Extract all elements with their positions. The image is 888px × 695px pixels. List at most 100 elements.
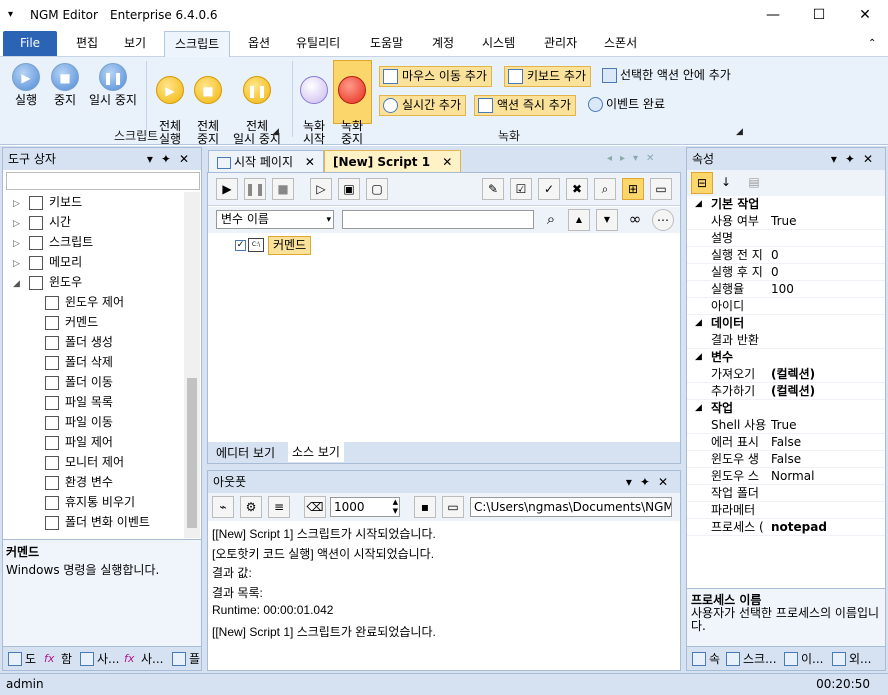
toolbox-item[interactable]: ◢ 윈도우 bbox=[13, 272, 82, 292]
panel-buttons[interactable]: ▾✦✕ bbox=[147, 148, 197, 170]
property-value[interactable]: 100 bbox=[771, 281, 794, 298]
expander-icon[interactable]: ▷ bbox=[13, 214, 23, 234]
more-icon[interactable]: ⋯ bbox=[652, 209, 674, 231]
toolbox-item[interactable]: ▷ 키보드 bbox=[13, 192, 82, 212]
toolbox-item[interactable]: ▷ 메모리 bbox=[13, 252, 82, 272]
tab-external-api[interactable]: 외... bbox=[829, 649, 871, 669]
toolbox-item[interactable]: 폴더 변화 이벤트 bbox=[45, 512, 150, 532]
tab-screenshot[interactable]: 스크... bbox=[723, 649, 777, 669]
list-icon[interactable]: ≡ bbox=[268, 496, 290, 518]
property-category[interactable]: ◢ 변수 bbox=[687, 349, 885, 366]
add-realtime-button[interactable]: 실시간 추가 bbox=[379, 95, 467, 116]
toolbox-item[interactable]: 환경 변수 bbox=[45, 472, 113, 492]
folder-icon[interactable]: ▭ bbox=[442, 496, 464, 518]
expander-icon[interactable]: ◢ bbox=[13, 274, 23, 294]
tab-start-page[interactable]: 시작 페이지 ✕ bbox=[208, 150, 324, 172]
property-value[interactable]: notepad bbox=[771, 519, 827, 536]
run-from-icon[interactable]: ▢ bbox=[366, 178, 388, 200]
stop-icon[interactable]: ■ bbox=[272, 178, 294, 200]
toolbox-item[interactable]: 모니터 제어 bbox=[45, 452, 124, 472]
menu-utility[interactable]: 유틸리티 bbox=[286, 31, 350, 56]
system-menu-icon[interactable]: ▾ bbox=[8, 9, 13, 20]
stop-button[interactable]: ■ 중지 bbox=[47, 63, 83, 107]
property-value[interactable]: (컬렉션) bbox=[771, 383, 815, 400]
property-row[interactable]: 실행 전 지 0 bbox=[687, 247, 885, 264]
record-start-button[interactable]: 녹화 시작 bbox=[296, 63, 332, 146]
property-row[interactable]: Shell 사용 True bbox=[687, 417, 885, 434]
property-value[interactable]: Normal bbox=[771, 468, 814, 485]
tab-scroll-icons[interactable]: ◂▸▾✕ bbox=[607, 153, 662, 164]
collapse-icon[interactable]: ◢ bbox=[695, 400, 702, 417]
property-row[interactable]: 에러 표시 False bbox=[687, 434, 885, 451]
toolbox-item[interactable]: 폴더 생성 bbox=[45, 332, 113, 352]
expander-icon[interactable]: ▷ bbox=[13, 194, 23, 214]
page-settings-icon[interactable]: ⚙ bbox=[240, 496, 262, 518]
toolbox-item[interactable]: 폴더 삭제 bbox=[45, 352, 113, 372]
property-row[interactable]: 프로세스 (notepad bbox=[687, 519, 885, 536]
add-action-immediate-button[interactable]: 액션 즉시 추가 bbox=[474, 95, 576, 116]
property-pages-icon[interactable]: ▤ bbox=[743, 172, 765, 194]
run-selected-icon[interactable]: ▣ bbox=[338, 178, 360, 200]
menu-system[interactable]: 시스템 bbox=[472, 31, 525, 56]
checkbox-icon[interactable]: ☑ bbox=[510, 178, 532, 200]
pause-icon[interactable]: ❚❚ bbox=[244, 178, 266, 200]
property-category[interactable]: ◢ 데이터 bbox=[687, 315, 885, 332]
clean-icon[interactable]: ⌁ bbox=[212, 496, 234, 518]
collapse-icon[interactable]: ◢ bbox=[695, 196, 702, 213]
node-checkbox[interactable]: ✓ bbox=[235, 240, 246, 251]
max-lines-input[interactable]: 1000 ▲ ▼ bbox=[330, 497, 400, 517]
tab-editor-view[interactable]: 에디터 보기 bbox=[212, 443, 279, 463]
dialog-launcher-icon[interactable]: ◢ bbox=[272, 127, 279, 137]
menu-options[interactable]: 옵션 bbox=[238, 31, 280, 56]
property-row[interactable]: 사용 여부 True bbox=[687, 213, 885, 230]
property-row[interactable]: 설명 bbox=[687, 230, 885, 247]
property-row[interactable]: 실행율 100 bbox=[687, 281, 885, 298]
property-value[interactable]: True bbox=[771, 417, 797, 434]
close-button[interactable]: ✕ bbox=[842, 0, 888, 31]
step-icon[interactable]: ▷ bbox=[310, 178, 332, 200]
tab-plugins[interactable]: 플 bbox=[169, 649, 200, 669]
event-done-button[interactable]: 이벤트 완료 bbox=[586, 95, 665, 116]
panel-buttons[interactable]: ▾✦✕ bbox=[626, 471, 676, 493]
save-icon[interactable]: ▪ bbox=[414, 496, 436, 518]
tree-view-icon[interactable]: ⊞ bbox=[622, 178, 644, 200]
stop-all-button[interactable]: ■ 전체 중지 bbox=[190, 63, 226, 146]
toolbox-item[interactable]: 파일 목록 bbox=[45, 392, 113, 412]
panel-buttons[interactable]: ▾✦✕ bbox=[831, 148, 881, 170]
pause-button[interactable]: ❚❚ 일시 중지 bbox=[86, 63, 140, 107]
property-row[interactable]: 윈도우 스 Normal bbox=[687, 468, 885, 485]
menu-file[interactable]: File bbox=[3, 31, 57, 56]
minimize-button[interactable]: — bbox=[750, 0, 796, 31]
toolbox-item[interactable]: 윈도우 제어 bbox=[45, 292, 124, 312]
menu-script[interactable]: 스크립트 bbox=[164, 31, 231, 57]
tab-user-functions[interactable]: fx 사... bbox=[121, 649, 163, 669]
add-keyboard-button[interactable]: 키보드 추가 bbox=[504, 66, 592, 87]
menu-account[interactable]: 계정 bbox=[422, 31, 464, 56]
monitor-icon[interactable]: ▭ bbox=[650, 178, 672, 200]
property-value[interactable]: False bbox=[771, 434, 801, 451]
menu-edit[interactable]: 편집 bbox=[66, 31, 108, 56]
property-row[interactable]: 가져오기 (컬렉션) bbox=[687, 366, 885, 383]
property-value[interactable]: (컬렉션) bbox=[771, 366, 815, 383]
output-path-input[interactable]: C:\Users\ngmas\Documents\NGM6\ bbox=[470, 497, 672, 517]
tab-users[interactable]: 사... bbox=[77, 649, 119, 669]
menu-sponsor[interactable]: 스폰서 bbox=[594, 31, 647, 56]
add-mouse-move-button[interactable]: 마우스 이동 추가 bbox=[379, 66, 492, 87]
variable-select[interactable]: 변수 이름 ▾ bbox=[216, 210, 334, 229]
ribbon-collapse-icon[interactable]: ⌃ bbox=[858, 31, 886, 56]
sort-alpha-icon[interactable]: ↓ bbox=[715, 172, 737, 194]
run-button[interactable]: ▶ 실행 bbox=[8, 63, 44, 107]
tab-source-view[interactable]: 소스 보기 bbox=[288, 442, 344, 462]
tab-toolbox[interactable]: 도 bbox=[5, 649, 36, 669]
categorized-icon[interactable]: ⊟ bbox=[691, 172, 713, 194]
toolbox-item[interactable]: ▷ 시간 bbox=[13, 212, 71, 232]
toolbox-item[interactable]: ▷ 스크립트 bbox=[13, 232, 93, 252]
property-category[interactable]: ◢ 작업 bbox=[687, 400, 885, 417]
search-icon[interactable]: ⌕ bbox=[540, 209, 562, 231]
tab-properties[interactable]: 속 bbox=[689, 649, 720, 669]
node-command[interactable]: 커멘드 bbox=[268, 236, 312, 255]
collapse-icon[interactable]: ◢ bbox=[695, 315, 702, 332]
loop-icon[interactable]: ∞ bbox=[624, 209, 646, 231]
toolbox-item[interactable]: 휴지통 비우기 bbox=[45, 492, 135, 512]
toolbox-item[interactable]: 커멘드 bbox=[45, 312, 98, 332]
